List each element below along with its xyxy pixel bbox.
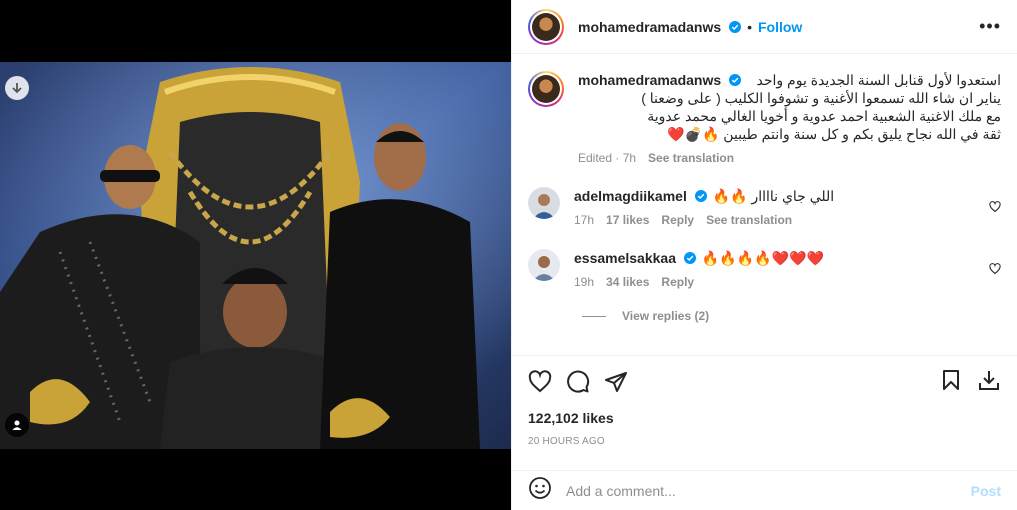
caption-line: يناير ان شاء الله تسمعوا الأغنية و تشوفو… [641,90,1001,106]
verified-badge-icon [683,252,696,264]
bookmark-icon [943,369,959,390]
like-button[interactable] [528,370,552,394]
caption: mohamedramadanws استعدوا لأول قنابل السن… [528,71,1001,165]
author-avatar[interactable] [528,8,564,45]
comment-text: 🔥🔥🔥🔥❤️❤️❤️ [701,250,824,266]
caption-text: mohamedramadanws استعدوا لأول قنابل السن… [578,71,1001,143]
more-options-button[interactable]: ••• [979,16,1001,37]
caption-line: مع ملك الاغنية الشعبية احمد عدوية و أخوي… [647,108,1001,124]
reply-button[interactable]: Reply [661,213,694,227]
post-comment-button[interactable]: Post [971,483,1001,499]
paper-plane-icon [605,372,627,392]
comment-button[interactable] [566,370,590,394]
comment-time: 17h [574,213,595,227]
post-photo[interactable] [0,62,511,449]
replies-divider [582,315,606,317]
comment-text: اللي جاي ناااار 🔥🔥 [712,188,835,204]
comment-likes[interactable]: 34 likes [606,275,649,289]
comment-input[interactable] [566,482,971,499]
verified-badge-icon [729,20,742,33]
commenter-avatar[interactable] [528,187,560,219]
verified-badge-icon [694,190,707,202]
view-replies-button[interactable]: View replies (2) [582,309,1001,323]
post-header: mohamedramadanws • Follow ••• [512,0,1017,54]
arrow-down-icon [12,83,22,94]
download-button[interactable] [5,76,29,100]
caption-avatar[interactable] [528,71,564,107]
comment-item: adelmagdiikamel اللي جاي ناااار 🔥🔥 17h 1… [528,187,1001,227]
comment-likes[interactable]: 17 likes [606,213,649,227]
verified-badge-icon [729,74,742,86]
comment-username[interactable]: adelmagdiikamel [574,187,707,205]
comment-username[interactable]: essamelsakkaa [574,249,696,267]
photo-illustration [0,62,511,449]
like-comment-heart-icon[interactable] [989,201,1001,213]
author-username[interactable]: mohamedramadanws [578,19,742,35]
view-replies-label: View replies (2) [622,309,710,323]
caption-line: ثقة في الله نجاح يليق بكم و كل سنة وانتم… [667,126,1001,142]
download-tray-icon [979,370,999,390]
post-actions: 122,102 likes 20 HOURS AGO [512,355,1017,447]
caption-line: استعدوا لأول قنابل السنة الجديدة يوم واح… [756,72,1001,88]
caption-username[interactable]: mohamedramadanws [578,71,742,89]
likes-count[interactable]: 122,102 likes [528,410,1001,426]
emoji-smiley-icon [529,477,551,499]
emoji-button[interactable] [528,476,552,505]
tagged-users-button[interactable] [5,413,29,437]
instagram-post-view: mohamedramadanws • Follow ••• mohamedram… [0,0,1017,510]
like-comment-heart-icon[interactable] [989,263,1001,275]
comments-list[interactable]: mohamedramadanws استعدوا لأول قنابل السن… [512,55,1017,355]
user-icon [12,420,22,430]
comment-time: 19h [574,275,595,289]
separator-dot: • [747,18,752,35]
post-side-panel: mohamedramadanws • Follow ••• mohamedram… [511,0,1017,510]
commenter-avatar[interactable] [528,249,560,281]
caption-time: Edited · 7h [578,151,637,165]
see-translation-link[interactable]: See translation [706,213,792,227]
download-post-button[interactable] [977,368,1001,397]
comment-bubble-icon [567,370,590,393]
see-translation-link[interactable]: See translation [648,151,734,165]
add-comment-bar: Post [512,470,1017,510]
share-button[interactable] [604,370,628,394]
follow-button[interactable]: Follow [758,19,802,35]
post-media [0,0,511,510]
comment-item: essamelsakkaa 🔥🔥🔥🔥❤️❤️❤️ 19h 34 likes Re… [528,249,1001,289]
post-timestamp[interactable]: 20 HOURS AGO [528,436,1001,447]
save-button[interactable] [939,368,963,397]
heart-icon [528,370,552,393]
reply-button[interactable]: Reply [661,275,694,289]
